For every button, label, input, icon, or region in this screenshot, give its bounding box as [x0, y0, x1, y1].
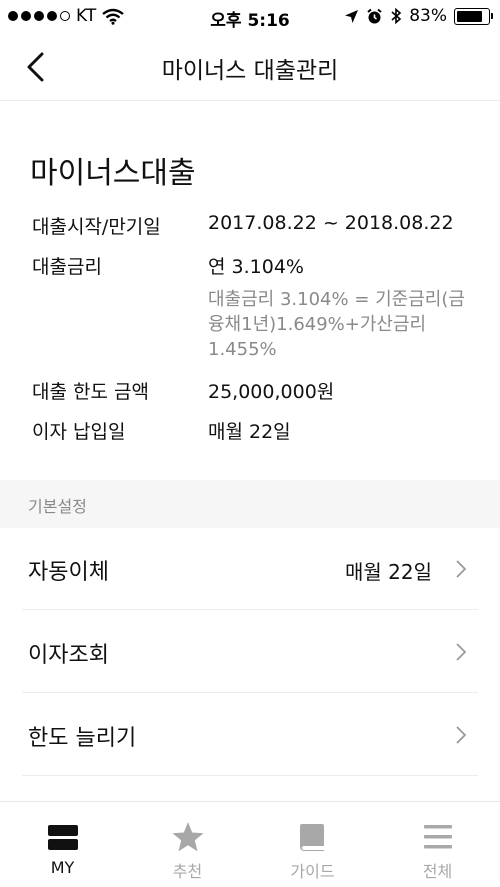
status-right: 83% [344, 6, 493, 26]
menu-item-interest-inquiry[interactable]: 이자조회 [22, 611, 478, 693]
signal-strength-icon [8, 11, 70, 21]
section-title: 기본설정 [28, 497, 87, 516]
loan-period-label: 대출시작/만기일 [32, 216, 161, 238]
menu-item-auto-transfer[interactable]: 자동이체 매월 22일 [22, 528, 478, 610]
tab-my[interactable]: MY [0, 802, 125, 887]
alarm-icon [367, 8, 382, 23]
bluetooth-icon [391, 7, 402, 25]
tab-bar: MY 추천 가이드 전체 [0, 801, 500, 887]
location-icon [345, 9, 359, 23]
tab-label: MY [50, 858, 75, 877]
interest-rate-value: 연 3.104% [208, 256, 304, 278]
tab-label: 전체 [422, 862, 453, 881]
page-title: 마이너스 대출관리 [161, 58, 339, 84]
section-header: 기본설정 [0, 480, 500, 528]
menu-icon [423, 825, 452, 849]
wifi-icon [102, 8, 124, 25]
interest-rate-note: 대출금리 3.104% = 기준금리(금융채1년)1.649%+가산금리 1.4… [208, 289, 465, 360]
book-icon [299, 824, 324, 851]
nav-bar: 마이너스 대출관리 [0, 34, 500, 101]
interest-payment-date-label: 이자 납입일 [32, 421, 126, 443]
chevron-right-icon [456, 643, 467, 661]
tab-recommend[interactable]: 추천 [125, 802, 250, 887]
loan-period-value: 2017.08.22 ~ 2018.08.22 [208, 212, 454, 234]
status-left: KT [8, 6, 124, 26]
menu-label: 자동이체 [28, 560, 109, 585]
chevron-right-icon [456, 726, 467, 744]
chevron-right-icon [456, 560, 467, 578]
menu-label: 이자조회 [28, 643, 109, 668]
status-bar: KT 오후 5:16 83% [0, 0, 500, 34]
battery-level [457, 10, 482, 22]
tab-label: 추천 [172, 862, 203, 881]
tab-all[interactable]: 전체 [375, 802, 500, 887]
carrier-name: KT [76, 6, 97, 26]
tab-guide[interactable]: 가이드 [250, 802, 375, 887]
battery-percent: 83% [409, 6, 447, 26]
menu-value: 매월 22일 [344, 560, 432, 584]
menu-label: 한도 늘리기 [28, 726, 137, 751]
menu-item-increase-limit[interactable]: 한도 늘리기 [22, 694, 478, 776]
loan-limit-label: 대출 한도 금액 [32, 381, 149, 403]
star-icon [172, 822, 203, 852]
tab-label: 가이드 [290, 862, 335, 881]
battery-icon [454, 7, 493, 25]
interest-rate-label: 대출금리 [32, 256, 102, 278]
loan-limit-value: 25,000,000원 [208, 381, 335, 403]
interest-payment-date-value: 매월 22일 [208, 421, 291, 443]
loan-title: 마이너스대출 [30, 156, 196, 191]
my-icon [47, 825, 78, 850]
